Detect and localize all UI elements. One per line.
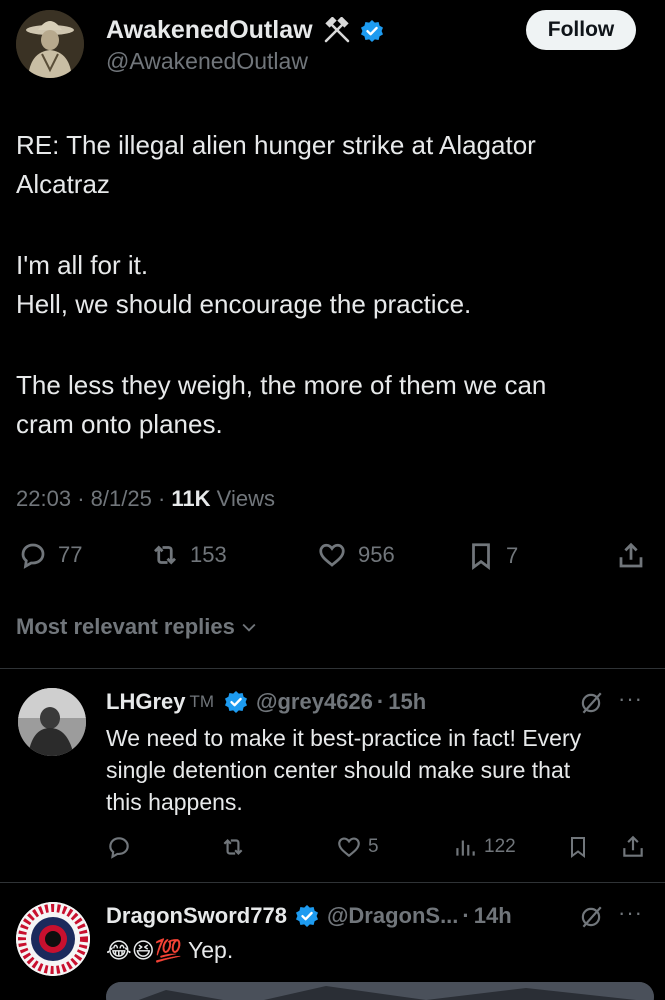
reply-text-line: We need to make it best-practice in fact… bbox=[106, 725, 582, 751]
share-icon bbox=[619, 542, 643, 568]
cowboy-avatar-image bbox=[16, 10, 84, 78]
post-text-line: I'm all for it. bbox=[16, 250, 149, 280]
author-avatar[interactable] bbox=[16, 10, 84, 78]
bookmark-icon bbox=[472, 543, 490, 570]
grok-icon[interactable] bbox=[578, 690, 604, 716]
repost-button[interactable]: 153 bbox=[150, 540, 227, 570]
views-label: Views bbox=[216, 486, 275, 511]
author-name[interactable]: AwakenedOutlaw bbox=[106, 16, 384, 45]
post-text-line: RE: The illegal alien hunger strike at A… bbox=[16, 130, 536, 160]
replies-sort-dropdown[interactable]: Most relevant replies bbox=[16, 614, 259, 640]
media-thumbnail bbox=[106, 982, 654, 1000]
post-text-line: The less they weigh, the more of them we… bbox=[16, 370, 547, 400]
reply-repost-button[interactable] bbox=[220, 834, 246, 860]
bookmark-icon bbox=[571, 837, 585, 858]
analytics-icon bbox=[456, 840, 475, 856]
reply-like-button[interactable]: 5 bbox=[336, 834, 379, 860]
views-count: 11K bbox=[171, 486, 211, 511]
verified-badge-icon bbox=[361, 20, 384, 43]
reply-author-tm: TM bbox=[189, 692, 215, 711]
more-options-icon[interactable]: ··· bbox=[618, 900, 643, 926]
reply-icon bbox=[21, 543, 45, 569]
more-options-icon[interactable]: ··· bbox=[618, 686, 643, 712]
reply-button[interactable]: 77 bbox=[18, 540, 82, 570]
verified-badge-icon bbox=[295, 905, 318, 927]
reply-handle: @grey4626 bbox=[256, 689, 373, 714]
author-handle[interactable]: @AwakenedOutlaw bbox=[106, 48, 308, 75]
like-count: 956 bbox=[358, 542, 395, 567]
reply-count: 77 bbox=[58, 542, 83, 567]
reply-avatar[interactable] bbox=[18, 688, 86, 756]
post-text-line: Hell, we should encourage the practice. bbox=[16, 289, 472, 319]
heart-icon bbox=[338, 837, 360, 858]
follow-button[interactable]: Follow bbox=[526, 10, 636, 50]
reply-bookmark-button[interactable] bbox=[566, 834, 590, 860]
repost-icon bbox=[154, 545, 176, 565]
post-time[interactable]: 22:03 bbox=[16, 486, 71, 511]
post-text-line: cram onto planes. bbox=[16, 409, 223, 439]
share-button[interactable] bbox=[616, 540, 646, 572]
reply-time: 14h bbox=[473, 903, 512, 928]
emoji-group: 😂😆💯 bbox=[106, 938, 183, 963]
reply-views-button[interactable]: 122 bbox=[452, 834, 516, 860]
post-meta: 22:03 · 8/1/25 · 11K Views bbox=[16, 486, 275, 512]
reply-author-name: LHGrey bbox=[106, 689, 186, 714]
reply-time: 15h bbox=[388, 689, 427, 714]
reply-avatar-image bbox=[18, 688, 86, 756]
repost-icon bbox=[223, 838, 243, 856]
patriot-badge-avatar-image bbox=[16, 902, 90, 976]
bookmark-button[interactable]: 7 bbox=[466, 540, 518, 572]
reply-like-count: 5 bbox=[368, 836, 379, 857]
bookmark-count: 7 bbox=[506, 543, 519, 568]
chevron-down-icon bbox=[242, 623, 256, 632]
reply-media-preview[interactable] bbox=[106, 982, 654, 1000]
reply-separator: · bbox=[462, 903, 470, 928]
crossed-hammers-icon bbox=[324, 17, 349, 43]
reply-handle: @DragonS... bbox=[326, 903, 459, 928]
reply-author-name: DragonSword778 bbox=[106, 903, 287, 928]
like-button[interactable]: 956 bbox=[316, 540, 395, 570]
reply-avatar[interactable] bbox=[16, 902, 90, 976]
heart-icon bbox=[319, 543, 345, 567]
post-date[interactable]: 8/1/25 bbox=[91, 486, 152, 511]
reply-text: 😂😆💯 Yep. bbox=[106, 934, 233, 967]
author-name-text: AwakenedOutlaw bbox=[106, 16, 313, 44]
divider bbox=[0, 668, 665, 669]
repost-count: 153 bbox=[190, 542, 227, 567]
replies-sort-label: Most relevant replies bbox=[16, 614, 235, 639]
reply-view-count: 122 bbox=[484, 836, 516, 857]
share-icon bbox=[623, 835, 643, 857]
verified-badge-icon bbox=[225, 691, 248, 713]
reply-text-line: single detention center should make sure… bbox=[106, 757, 571, 783]
reply-text-line: this happens. bbox=[106, 789, 243, 815]
reply-separator: · bbox=[376, 689, 385, 714]
meta-separator: · bbox=[157, 486, 172, 511]
post-text-line: Alcatraz bbox=[16, 169, 110, 199]
divider bbox=[0, 882, 665, 883]
grok-icon[interactable] bbox=[578, 904, 604, 930]
reply-reply-button[interactable] bbox=[106, 834, 132, 860]
reply-share-button[interactable] bbox=[620, 834, 646, 860]
reply-author[interactable]: DragonSword778 @DragonS... · 14h bbox=[106, 903, 512, 929]
reply-icon bbox=[109, 837, 129, 859]
reply-author[interactable]: LHGrey TM @grey4626 · 15h bbox=[106, 689, 426, 715]
reply-text-content: Yep. bbox=[188, 937, 234, 963]
meta-separator: · bbox=[77, 486, 91, 511]
